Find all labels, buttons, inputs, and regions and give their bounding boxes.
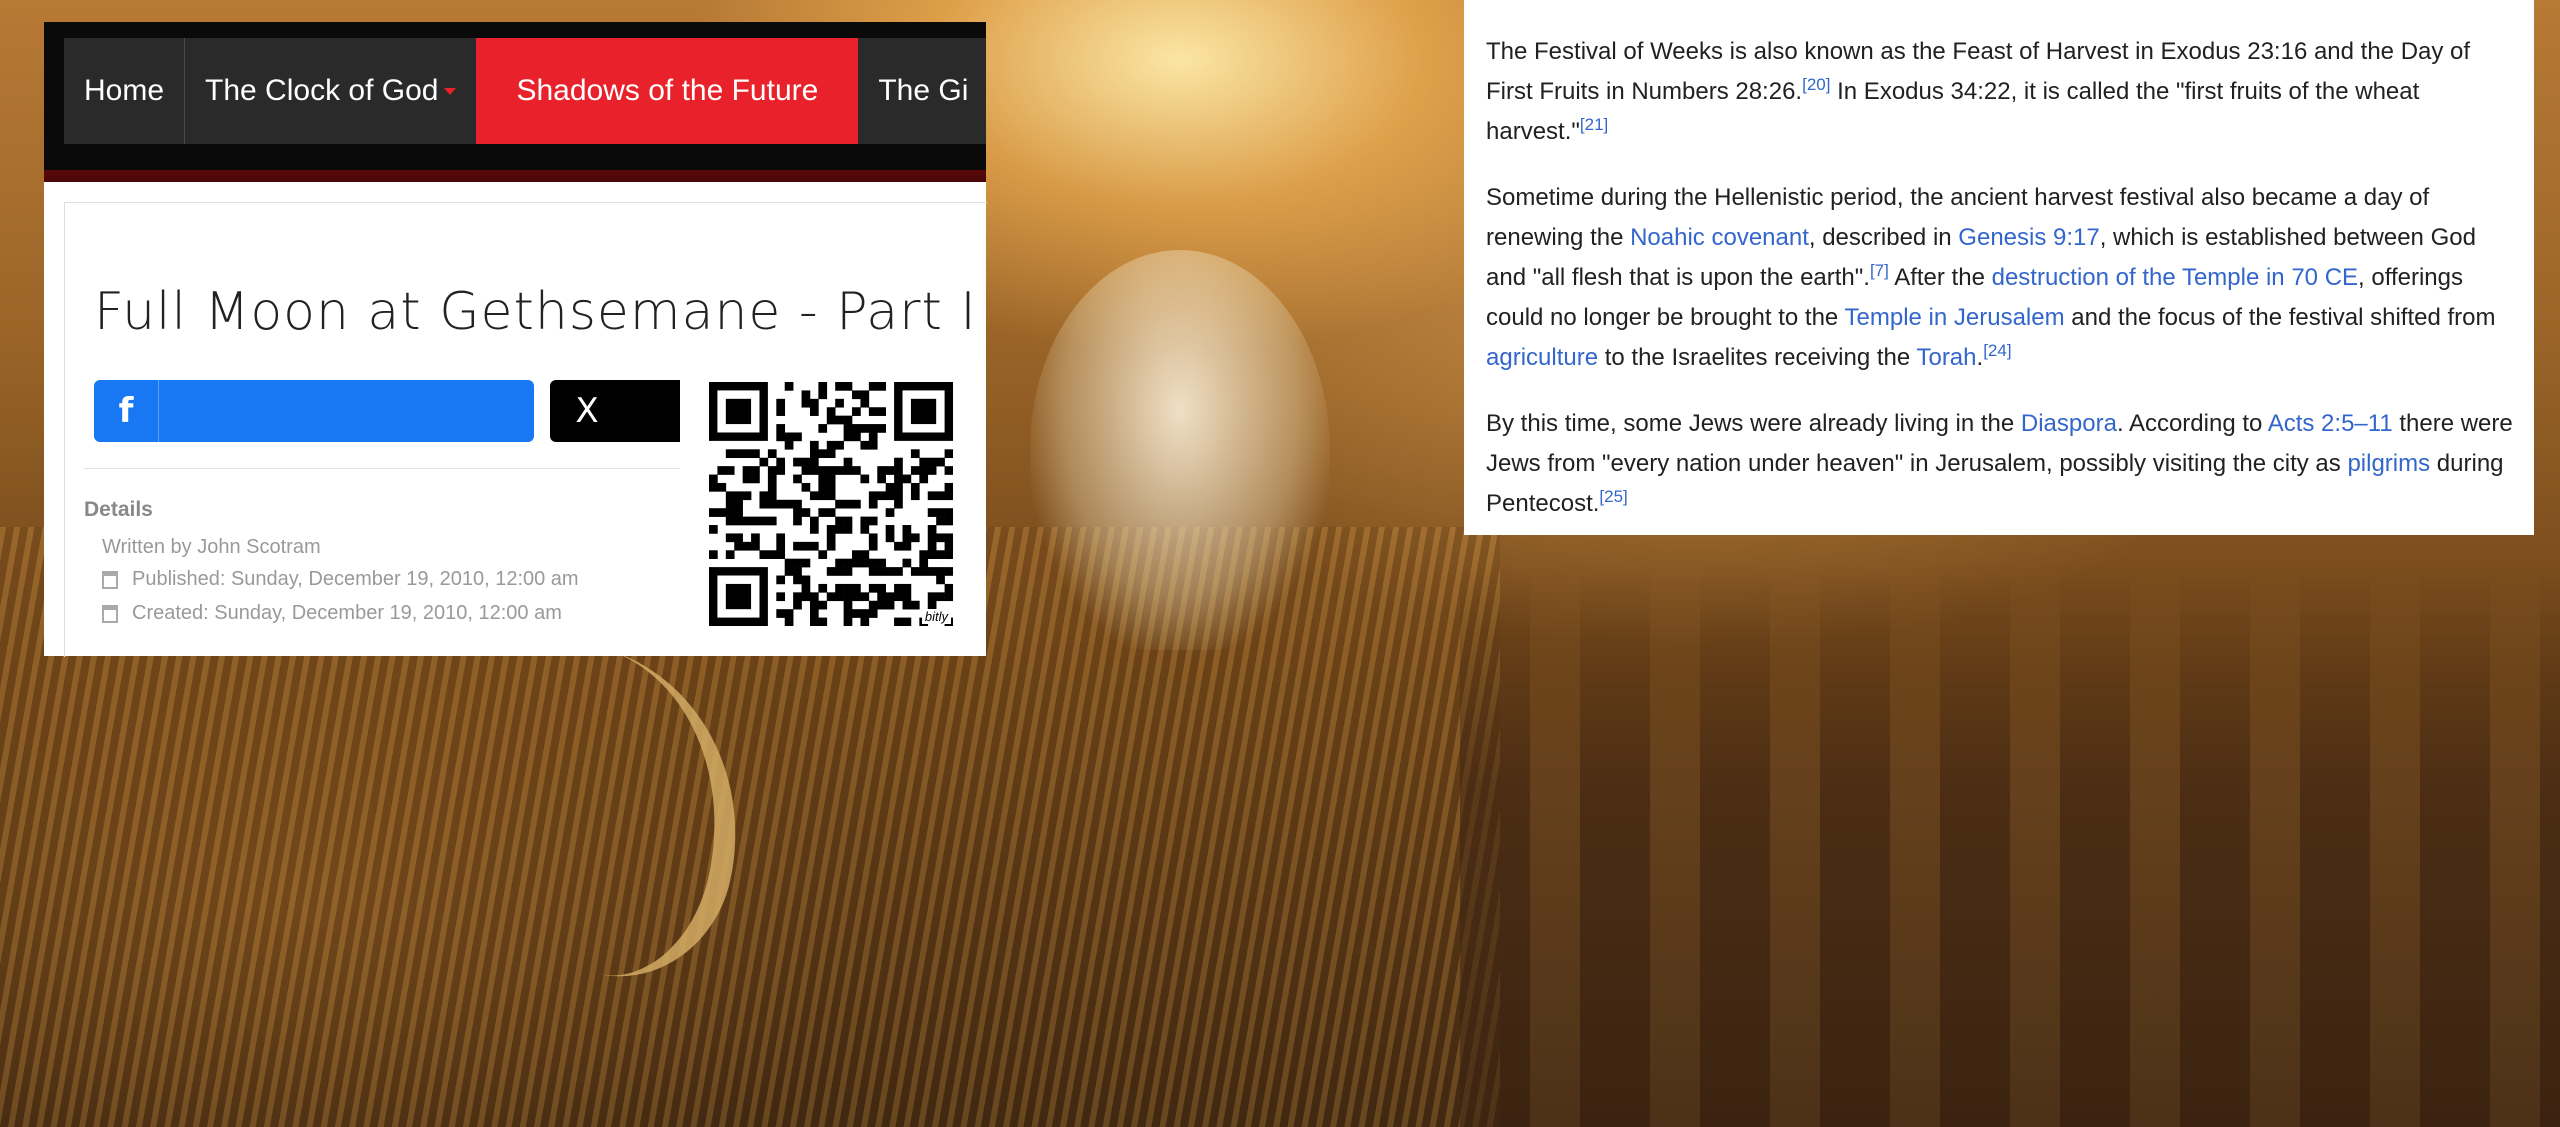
link-noahic-covenant[interactable]: Noahic covenant	[1630, 224, 1809, 251]
paragraph-2: Sometime during the Hellenistic period, …	[1486, 178, 2516, 378]
site-header: Home The Clock of God Shadows of the Fut…	[44, 22, 986, 204]
link-agriculture[interactable]: agriculture	[1486, 344, 1598, 371]
text: . According to	[2116, 410, 2268, 437]
text: , described in	[1808, 224, 1959, 251]
calendar-icon	[102, 570, 118, 589]
author-line: Written by John Scotram	[102, 536, 321, 559]
nav-item-label: The Gi	[878, 74, 969, 107]
x-share-button[interactable]: X	[550, 380, 680, 442]
nav-item-clock-of-god[interactable]: The Clock of God	[184, 38, 476, 144]
link-pilgrims[interactable]: pilgrims	[2347, 450, 2430, 477]
facebook-icon: f	[94, 380, 159, 442]
facebook-share-button[interactable]: f	[94, 380, 534, 442]
nav-item-home[interactable]: Home	[64, 38, 184, 144]
published-text: Published: Sunday, December 19, 2010, 12…	[132, 568, 579, 590]
crowd-of-people	[1460, 567, 2560, 1127]
link-genesis-9-17[interactable]: Genesis 9:17	[1958, 224, 2099, 251]
link-destruction-of-temple[interactable]: destruction of the Temple in 70 CE	[1992, 264, 2358, 291]
qr-code-graphic	[709, 382, 954, 627]
nav-item-label: Shadows of the Future	[516, 74, 819, 107]
link-temple-in-jerusalem[interactable]: Temple in Jerusalem	[1845, 304, 2065, 331]
text: By this time, some Jews were already liv…	[1486, 410, 2021, 437]
article-window: Home The Clock of God Shadows of the Fut…	[44, 22, 987, 657]
citation-link[interactable]: [20]	[1802, 75, 1830, 94]
text: to the Israelites receiving the	[1598, 344, 1917, 371]
paragraph-1: The Festival of Weeks is also known as t…	[1486, 32, 2516, 152]
nav-item-shadows-of-the-future[interactable]: Shadows of the Future	[476, 38, 859, 144]
link-torah[interactable]: Torah	[1916, 344, 1976, 371]
nav-item-label: Home	[84, 74, 165, 107]
text: After the	[1888, 264, 1992, 291]
nav-item-the-gi[interactable]: The Gi	[858, 38, 986, 144]
angel-figure	[1030, 250, 1330, 650]
page-title: Full Moon at Gethsemane - Part I	[94, 282, 977, 342]
wikipedia-excerpt: The Festival of Weeks is also known as t…	[1464, 0, 2534, 535]
nav-item-label: The Clock of God	[205, 74, 439, 107]
qr-code[interactable]: bitly	[709, 382, 954, 627]
calendar-icon	[102, 604, 118, 623]
paragraph-3: By this time, some Jews were already liv…	[1486, 404, 2516, 524]
link-acts-2-5-11[interactable]: Acts 2:5–11	[2268, 410, 2393, 437]
citation-link[interactable]: [24]	[1983, 341, 2011, 360]
published-line: Published: Sunday, December 19, 2010, 12…	[102, 568, 579, 591]
divider	[84, 468, 680, 469]
caret-down-icon	[444, 87, 457, 95]
article-content: Full Moon at Gethsemane - Part I f X Det…	[44, 182, 987, 657]
bitly-logo: bitly	[921, 609, 951, 624]
link-diaspora[interactable]: Diaspora	[2021, 410, 2117, 437]
details-heading: Details	[84, 498, 153, 521]
citation-link[interactable]: [7]	[1870, 261, 1889, 280]
author-text: Written by John Scotram	[102, 536, 321, 558]
x-icon: X	[575, 391, 599, 431]
citation-link[interactable]: [25]	[1599, 487, 1627, 506]
citation-link[interactable]: [21]	[1580, 115, 1608, 134]
text: and the focus of the festival shifted fr…	[2064, 304, 2496, 331]
created-line: Created: Sunday, December 19, 2010, 12:0…	[102, 602, 562, 625]
created-text: Created: Sunday, December 19, 2010, 12:0…	[132, 602, 562, 624]
main-nav: Home The Clock of God Shadows of the Fut…	[64, 38, 986, 144]
